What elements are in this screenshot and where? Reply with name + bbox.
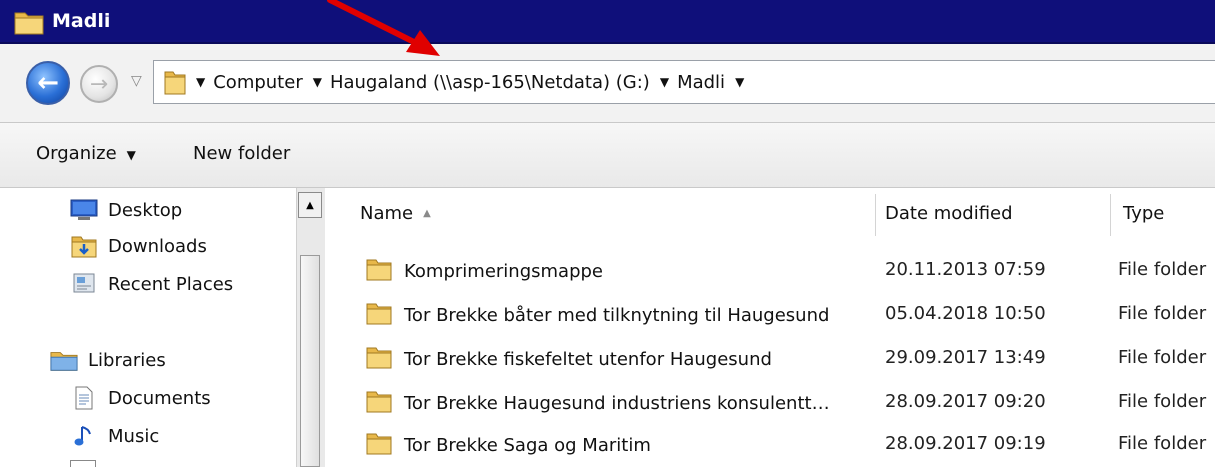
breadcrumb-haugaland[interactable]: ▼ Haugaland (\\asp-165\Netdata) (G:): [303, 72, 650, 93]
file-type: File folder: [1118, 259, 1207, 280]
back-button[interactable]: ←: [26, 61, 70, 105]
command-bar: [0, 122, 1215, 188]
pictures-icon: [70, 460, 96, 467]
organize-button[interactable]: Organize ▼: [36, 143, 136, 164]
nav-item-music[interactable]: Music: [70, 424, 159, 448]
list-item[interactable]: Tor Brekke Saga og Maritim 28.09.2017 09…: [330, 423, 1215, 463]
downloads-folder-icon: [70, 234, 98, 258]
folder-icon: [366, 257, 392, 286]
nav-item-recent-places[interactable]: Recent Places: [70, 272, 233, 296]
chevron-down-icon[interactable]: ▼: [313, 75, 322, 89]
file-type: File folder: [1118, 391, 1207, 412]
file-name: Tor Brekke Haugesund industriens konsule…: [404, 393, 830, 414]
back-arrow-icon: ←: [37, 68, 59, 98]
column-divider[interactable]: [1110, 194, 1111, 236]
nav-item-desktop[interactable]: Desktop: [70, 198, 182, 222]
recent-locations-dropdown[interactable]: ▽: [131, 73, 142, 89]
column-header-type[interactable]: Type: [1123, 190, 1164, 236]
chevron-down-icon[interactable]: ▼: [735, 75, 744, 89]
window-title: Madli: [52, 10, 111, 32]
file-name: Komprimeringsmappe: [404, 261, 603, 282]
chevron-down-icon: ▼: [126, 148, 136, 162]
file-date: 05.04.2018 10:50: [885, 303, 1046, 324]
music-icon: [70, 424, 98, 448]
new-folder-button[interactable]: New folder: [193, 143, 290, 164]
file-name: Tor Brekke båter med tilknytning til Hau…: [404, 305, 830, 326]
file-type: File folder: [1118, 433, 1207, 454]
navigation-pane: Desktop Downloads Recent Places Librarie…: [0, 188, 325, 467]
list-item[interactable]: Komprimeringsmappe 20.11.2013 07:59 File…: [330, 249, 1215, 289]
nav-item-documents[interactable]: Documents: [70, 386, 211, 410]
documents-icon: [70, 386, 98, 410]
file-date: 28.09.2017 09:19: [885, 433, 1046, 454]
chevron-down-icon[interactable]: ▼: [660, 75, 669, 89]
scroll-thumb[interactable]: [300, 255, 320, 467]
title-bar: Madli: [0, 0, 1215, 44]
list-item[interactable]: Tor Brekke Haugesund industriens konsule…: [330, 381, 1215, 421]
nav-item-downloads[interactable]: Downloads: [70, 234, 207, 258]
chevron-down-icon[interactable]: ▼: [196, 75, 205, 89]
file-type: File folder: [1118, 303, 1207, 324]
nav-item-libraries[interactable]: Libraries: [50, 348, 166, 372]
folder-icon: [14, 9, 44, 40]
libraries-icon: [50, 348, 78, 372]
sort-ascending-icon: ▲: [423, 207, 431, 219]
breadcrumb-computer[interactable]: ▼ Computer: [186, 72, 303, 93]
desktop-icon: [70, 198, 98, 222]
folder-icon: [366, 431, 392, 460]
forward-button[interactable]: →: [80, 65, 118, 103]
file-name: Tor Brekke Saga og Maritim: [404, 435, 651, 456]
list-item[interactable]: Tor Brekke båter med tilknytning til Hau…: [330, 293, 1215, 333]
file-date: 20.11.2013 07:59: [885, 259, 1046, 280]
column-header-name[interactable]: Name ▲: [360, 190, 431, 236]
column-header-date-modified[interactable]: Date modified: [885, 190, 1013, 236]
folder-icon: [366, 301, 392, 330]
folder-icon: [164, 69, 186, 95]
recent-places-icon: [70, 272, 98, 296]
file-date: 29.09.2017 13:49: [885, 347, 1046, 368]
address-field[interactable]: ▼ Computer ▼ Haugaland (\\asp-165\Netdat…: [153, 60, 1215, 104]
column-headers: Name ▲ Date modified Type: [330, 190, 1215, 236]
scroll-up-button[interactable]: ▲: [298, 192, 322, 218]
column-divider[interactable]: [875, 194, 876, 236]
file-type: File folder: [1118, 347, 1207, 368]
folder-icon: [366, 345, 392, 374]
forward-arrow-icon: →: [89, 71, 109, 97]
list-item[interactable]: Tor Brekke fiskefeltet utenfor Haugesund…: [330, 337, 1215, 377]
breadcrumb-madli[interactable]: ▼ Madli ▼: [650, 72, 752, 93]
folder-icon: [366, 389, 392, 418]
file-name: Tor Brekke fiskefeltet utenfor Haugesund: [404, 349, 772, 370]
file-date: 28.09.2017 09:20: [885, 391, 1046, 412]
